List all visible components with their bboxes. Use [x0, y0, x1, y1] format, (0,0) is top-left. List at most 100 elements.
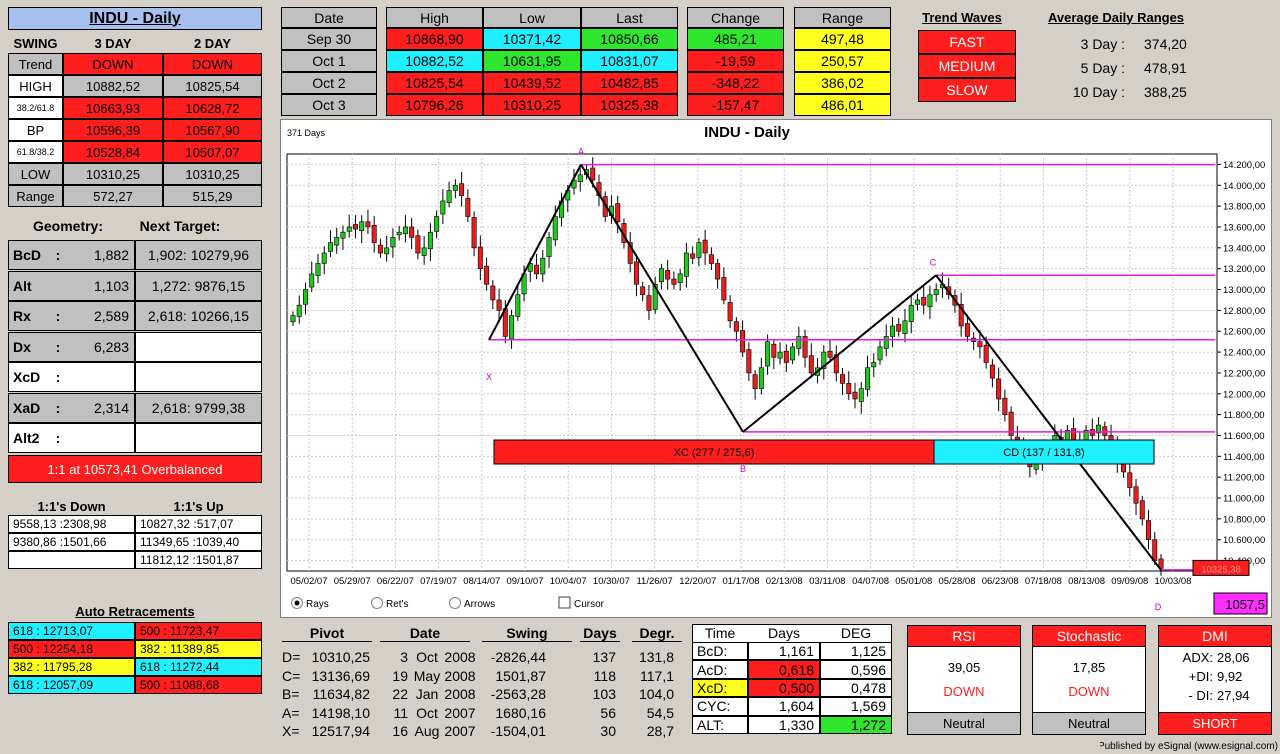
svg-text:Rays: Rays: [306, 599, 329, 610]
x-tick-label: 06/22/07: [377, 576, 414, 587]
pivot-day: 16: [392, 723, 408, 739]
candle-body: [396, 231, 402, 236]
candle-body: [459, 183, 465, 196]
pivot-swing: 1680,16: [495, 704, 546, 721]
candle-body: [671, 278, 677, 285]
candle-body: [615, 203, 621, 223]
chart-panel[interactable]: 10.400,0010.600,0010.800,0011.000,0011.2…: [280, 119, 1272, 618]
time-days: 1,161: [748, 642, 820, 661]
low-cell: 10310,25: [483, 94, 581, 116]
last-cell: 10325,38: [581, 94, 678, 116]
date-cell: Oct 1: [281, 50, 377, 72]
dmi-plus-label: +DI:: [1188, 668, 1213, 684]
candle-body: [858, 388, 864, 402]
candle-body: [415, 235, 421, 254]
candle-body: [1127, 472, 1133, 488]
swing-3day-value: DOWN: [63, 53, 163, 75]
candle-body: [989, 364, 995, 379]
overbalanced-banner: 1:1 at 10573,41 Overbalanced: [8, 455, 262, 483]
geometry-value: 1,882: [68, 240, 135, 270]
cd-label: CD (137 / 131,8): [1003, 447, 1084, 459]
x-tick-label: 05/29/07: [334, 576, 371, 587]
candle-body: [290, 315, 296, 323]
trend-wave-slow: SLOW: [918, 78, 1016, 102]
candle-body: [933, 289, 939, 296]
option-arrows[interactable]: Arrows: [449, 597, 496, 611]
candle-body: [471, 217, 477, 249]
last-cell: 10482,85: [581, 72, 678, 94]
candle-body: [421, 247, 427, 256]
retracement-right: 618 : 11272,44: [135, 658, 262, 676]
pivot-day: 19: [392, 667, 408, 684]
pivot-days: 30: [600, 723, 616, 739]
pivot-month: Oct: [416, 704, 438, 721]
geometry-label-cell: Rx: [8, 301, 48, 331]
swing-3day-value: 572,27: [63, 185, 163, 207]
geometry-value: 6,283: [68, 331, 135, 362]
svg-text:Arrows: Arrows: [464, 599, 495, 610]
xc-label: XC (277 / 275,6): [674, 447, 755, 459]
candle-body: [690, 253, 696, 259]
time-deg: 0,596: [820, 660, 892, 679]
swing-2day-value: 10628,72: [163, 97, 262, 119]
x-tick-label: 01/17/08: [723, 576, 760, 587]
cursor-checkbox[interactable]: Cursor: [558, 596, 605, 610]
geometry-sep: :: [48, 331, 68, 362]
pivot-degr: 117,1: [640, 667, 674, 684]
dmi-title: DMI: [1158, 625, 1272, 647]
candle-body: [840, 374, 846, 384]
geometry-target: [135, 423, 262, 453]
candle-body: [352, 224, 358, 230]
option-rets[interactable]: Ret's: [371, 597, 409, 611]
candle-body: [708, 254, 714, 264]
swing-2day-value: 10825,54: [163, 75, 262, 97]
geometry-target: 2,618: 9799,38: [135, 392, 262, 423]
date-cell: Oct 2: [281, 72, 377, 94]
y-tick-label: 13.800,00: [1223, 202, 1265, 213]
candle-body: [509, 315, 515, 340]
swing-3day-value: 10528,84: [63, 141, 163, 163]
pattern-label-c: C: [930, 257, 937, 267]
x-tick-label: 02/13/08: [766, 576, 803, 587]
time-key: XcD:: [692, 678, 748, 698]
pivot-price: 13136,69: [311, 667, 370, 684]
geometry-label-cell: Dx: [8, 331, 48, 362]
candle-body: [315, 263, 321, 276]
svg-text:Ret's: Ret's: [386, 599, 408, 610]
x-tick-label: 04/07/08: [852, 576, 889, 587]
candle-body: [683, 252, 689, 277]
candle-body: [327, 242, 333, 252]
candle-body: [646, 295, 652, 311]
swing-row-label: BP: [8, 119, 63, 141]
pivot-header: Degr.: [632, 625, 682, 642]
candle-body: [827, 350, 833, 358]
option-rays[interactable]: Rays: [291, 597, 329, 611]
candle-body: [577, 174, 583, 183]
candle-body: [765, 341, 771, 367]
pivot-day: 3: [400, 649, 408, 665]
y-tick-label: 12.200,00: [1223, 368, 1265, 379]
x-tick-label: 10/04/07: [550, 576, 587, 587]
candle-body: [964, 323, 970, 337]
dmi-adx-label: ADX:: [1182, 649, 1213, 665]
time-days: 1,604: [748, 697, 820, 716]
high-header: High: [386, 7, 483, 28]
swing-row-label: 61.8/38.2: [8, 141, 63, 163]
range-header: Range: [794, 7, 891, 28]
col-2day: 2 DAY: [193, 35, 232, 51]
pivot-day: 22: [392, 686, 408, 702]
ones-down-value: 9558,13 :2308,98: [8, 515, 135, 533]
price-chart[interactable]: 10.400,0010.600,0010.800,0011.000,0011.2…: [281, 120, 1271, 617]
x-tick-label: 10/03/08: [1155, 576, 1192, 587]
low-cell: 10631,95: [483, 50, 581, 72]
candle-body: [996, 378, 1002, 400]
time-key: CYC:: [692, 697, 748, 716]
candle-body: [758, 367, 764, 389]
retracement-left: 382 : 11795,28: [8, 658, 135, 676]
x-tick-label: 05/01/08: [895, 576, 932, 587]
pivot-swing: -1504,01: [490, 723, 546, 739]
time-days: 0,500: [748, 678, 820, 698]
candle-body: [409, 226, 415, 238]
candle-body: [427, 231, 433, 249]
pattern-label-a: A: [578, 147, 584, 157]
